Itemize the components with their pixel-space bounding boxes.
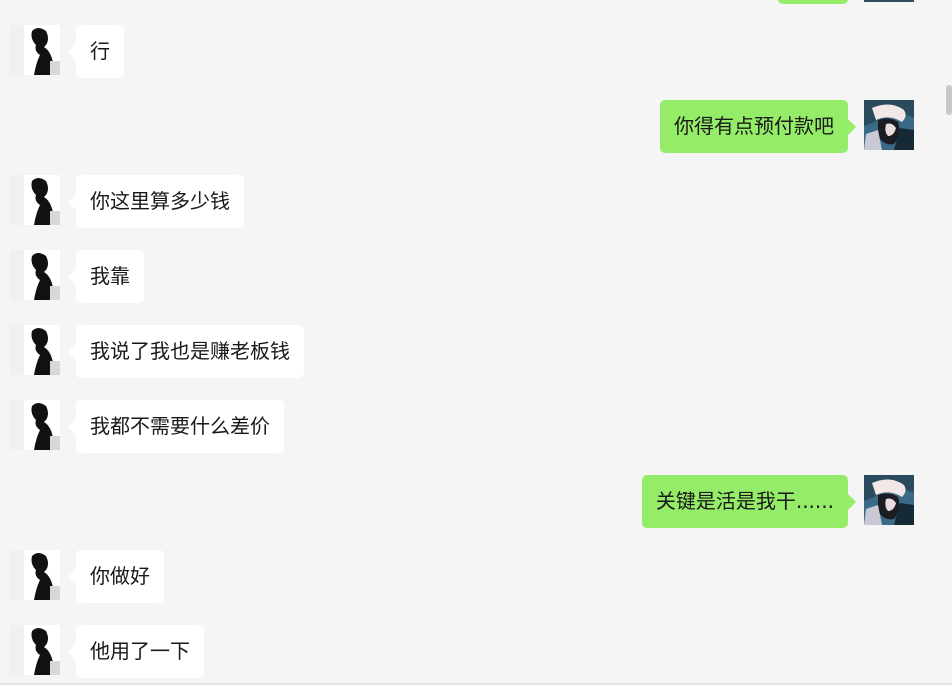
contact-avatar-icon[interactable] [10, 325, 60, 375]
message-bubble[interactable]: 你这里算多少钱 [68, 175, 244, 228]
message-row-incoming: 我都不需要什么差价 [0, 400, 952, 460]
message-bubble[interactable]: 他用了一下 [68, 625, 204, 678]
message-bubble[interactable]: 你做好 [68, 550, 164, 603]
partial-outgoing-bubble [778, 0, 848, 4]
message-row-outgoing: 你得有点预付款吧 [0, 100, 952, 160]
message-bubble[interactable]: 行 [68, 25, 124, 78]
chat-window: 行 你得有点预付款吧 你这里算多少钱 我靠 我说了我也是赚老板钱 我都不需要什么… [0, 0, 952, 685]
message-row-outgoing: 关键是活是我干...... [0, 475, 952, 535]
message-row-incoming: 我说了我也是赚老板钱 [0, 325, 952, 385]
contact-avatar-icon[interactable] [10, 175, 60, 225]
message-bubble[interactable]: 我说了我也是赚老板钱 [68, 325, 304, 378]
message-row-incoming: 行 [0, 25, 952, 85]
scrollbar-thumb[interactable] [946, 85, 952, 115]
message-row-incoming: 你这里算多少钱 [0, 175, 952, 235]
message-row-incoming: 你做好 [0, 550, 952, 610]
contact-avatar-icon[interactable] [10, 25, 60, 75]
message-bubble[interactable]: 关键是活是我干...... [641, 475, 857, 528]
contact-avatar-icon[interactable] [10, 550, 60, 600]
self-avatar-icon[interactable] [864, 475, 914, 525]
message-bubble[interactable]: 我都不需要什么差价 [68, 400, 284, 453]
message-bubble[interactable]: 你得有点预付款吧 [660, 100, 856, 153]
message-row-incoming: 我靠 [0, 250, 952, 310]
contact-avatar-icon[interactable] [10, 400, 60, 450]
self-avatar-icon-partial [864, 0, 914, 2]
message-bubble[interactable]: 我靠 [68, 250, 144, 303]
contact-avatar-icon[interactable] [10, 625, 60, 675]
self-avatar-icon[interactable] [864, 100, 914, 150]
message-row-incoming: 他用了一下 [0, 625, 952, 685]
contact-avatar-icon[interactable] [10, 250, 60, 300]
